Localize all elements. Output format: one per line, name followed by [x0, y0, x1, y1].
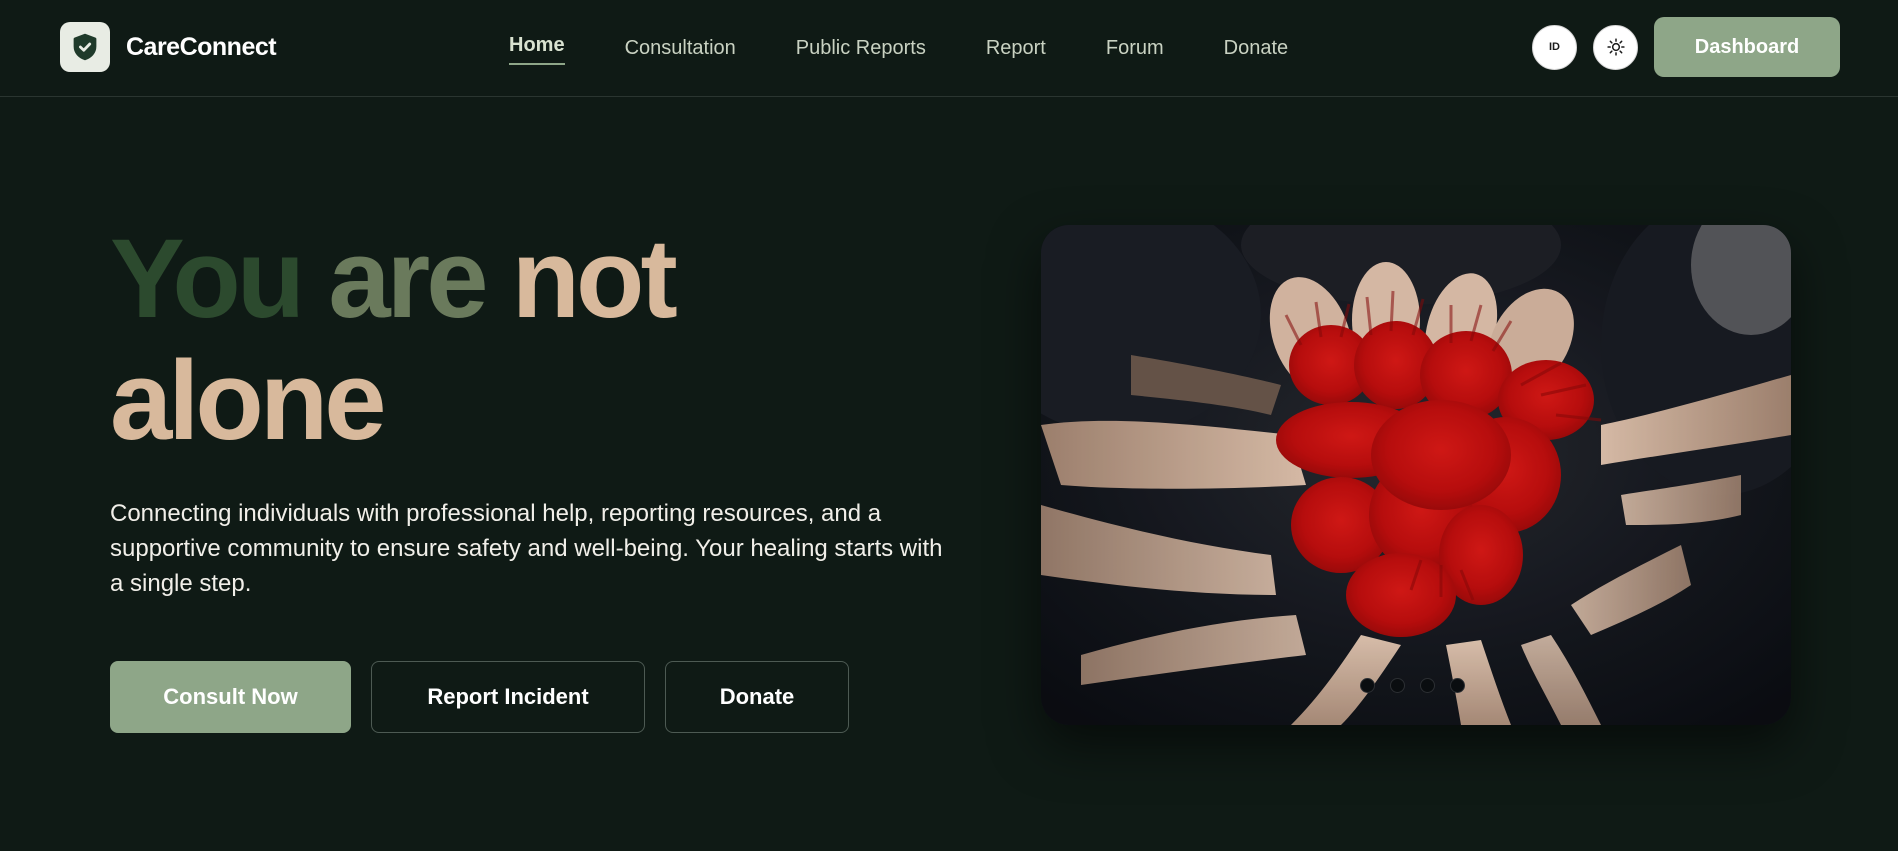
- nav-actions: ID Dashboard: [1532, 17, 1840, 77]
- hero-image-carousel[interactable]: [1041, 225, 1791, 725]
- top-navbar: CareConnect Home Consultation Public Rep…: [0, 0, 1898, 97]
- hero-title-word-not: not: [511, 216, 678, 341]
- hero-description: Connecting individuals with professional…: [110, 500, 943, 597]
- consult-now-button[interactable]: Consult Now: [110, 661, 351, 733]
- nav-item-forum[interactable]: Forum: [1106, 31, 1164, 66]
- nav-item-home[interactable]: Home: [509, 28, 565, 65]
- hands-painted-red-forming-heart-image: [1041, 225, 1791, 725]
- carousel-dot-4[interactable]: [1450, 678, 1465, 693]
- hero-title-word-alone: alone: [110, 338, 387, 463]
- carousel-dot-1[interactable]: [1360, 678, 1375, 693]
- hero-title-word-you: You: [110, 216, 305, 341]
- main-nav: Home Consultation Public Reports Report …: [509, 0, 1288, 97]
- nav-item-public-reports[interactable]: Public Reports: [796, 31, 926, 66]
- sun-icon: [1606, 38, 1625, 56]
- nav-item-donate[interactable]: Donate: [1224, 31, 1289, 66]
- brand-name: CareConnect: [126, 32, 277, 61]
- carousel-dot-2[interactable]: [1390, 678, 1405, 693]
- nav-item-consultation[interactable]: Consultation: [625, 31, 736, 66]
- dashboard-button[interactable]: Dashboard: [1654, 17, 1840, 77]
- brand-home-link[interactable]: CareConnect: [60, 22, 277, 72]
- brand-logo: [60, 22, 110, 72]
- donate-button[interactable]: Donate: [665, 661, 849, 733]
- carousel-dot-3[interactable]: [1420, 678, 1435, 693]
- carousel-indicators: [1360, 678, 1465, 693]
- hero-cta-group: Consult Now Report Incident Donate: [110, 661, 849, 733]
- shield-check-icon: [73, 33, 97, 61]
- hero-title-word-are: are: [328, 216, 488, 341]
- theme-toggle-button[interactable]: [1593, 24, 1638, 70]
- language-toggle-button[interactable]: ID: [1532, 24, 1577, 70]
- nav-item-report[interactable]: Report: [986, 31, 1046, 66]
- report-incident-button[interactable]: Report Incident: [371, 661, 645, 733]
- hero-title: You are not alone: [110, 218, 1010, 462]
